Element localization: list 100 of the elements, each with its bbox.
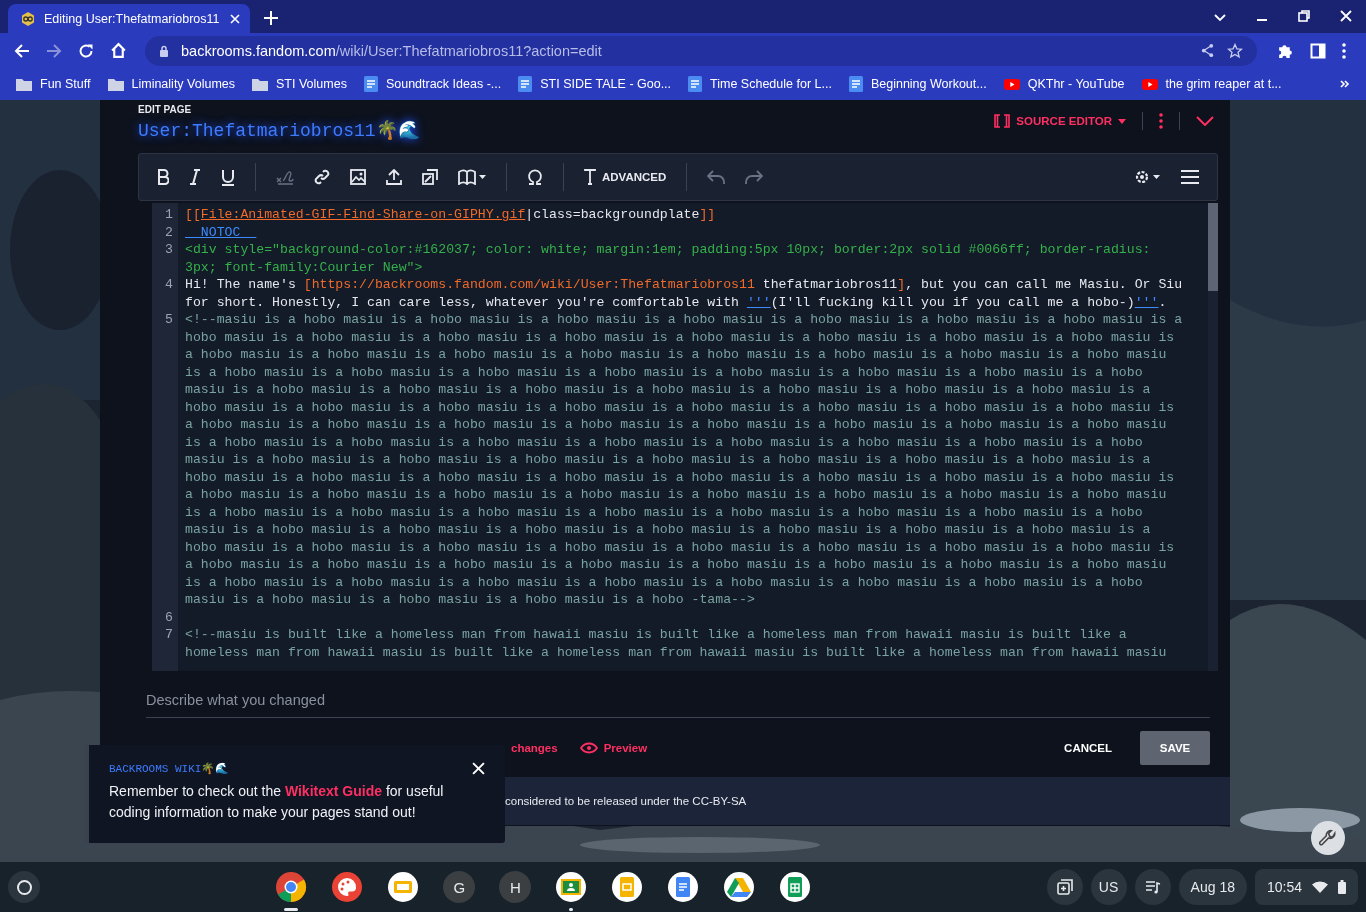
folder-icon bbox=[252, 77, 268, 91]
eye-icon bbox=[579, 742, 598, 754]
double-chevron-icon[interactable] bbox=[1340, 80, 1350, 88]
forward-icon[interactable] bbox=[46, 42, 62, 59]
document-icon bbox=[848, 76, 863, 92]
home-icon[interactable] bbox=[110, 42, 127, 59]
code-editor[interactable] bbox=[152, 203, 1218, 671]
reload-icon[interactable] bbox=[78, 42, 94, 59]
underline-icon[interactable] bbox=[221, 168, 235, 186]
line-number: 3 bbox=[164, 241, 173, 259]
date-button[interactable]: Aug 18 bbox=[1178, 869, 1247, 905]
line-number: 5 bbox=[164, 311, 173, 329]
bookmark[interactable]: Soundtrack Ideas -... bbox=[363, 76, 502, 92]
bold-icon[interactable] bbox=[157, 169, 169, 185]
new-tab-icon[interactable] bbox=[264, 11, 278, 25]
code-line: <div style="background-color:#162037; color: white; margin:1em; padding:5px 10px; border:2px solid #0066ff; border-radius: 3px; font-family:Courier New"> bbox=[185, 241, 1152, 276]
lock-icon bbox=[159, 44, 169, 57]
wikitext-guide-link[interactable]: Wikitext Guide bbox=[284, 783, 382, 799]
code-line: __NOTOC__ bbox=[185, 223, 258, 241]
line-number: 2 bbox=[164, 223, 173, 241]
close-icon[interactable] bbox=[230, 13, 240, 24]
code-line: <!--masiu is built like a homeless man from hawaii masiu is built like a homeless man from hawaii masiu is built like a homeless man from hawaii masiu is built like a homeless man from hawaii masiu is built like a homeless man from hawaii masiu bbox=[185, 626, 1168, 661]
bookmark[interactable]: STI Volumes bbox=[252, 77, 347, 91]
clock-time: 10:54 bbox=[1266, 879, 1302, 895]
star-icon[interactable] bbox=[1227, 42, 1243, 59]
redo-icon[interactable] bbox=[745, 169, 764, 185]
video-play-icon bbox=[1141, 78, 1158, 90]
address-bar[interactable]: backrooms.fandom.com/wiki/User:Thefatmariobros11?action=edit bbox=[145, 35, 1257, 66]
side-panel-icon[interactable] bbox=[1310, 42, 1326, 59]
bookmark[interactable]: QKThr - YouTube bbox=[1003, 77, 1125, 91]
back-icon[interactable] bbox=[14, 42, 30, 59]
preview-link[interactable]: Preview bbox=[579, 742, 648, 754]
share-icon[interactable] bbox=[1200, 43, 1215, 58]
slides-app-icon[interactable] bbox=[387, 871, 420, 903]
battery-icon bbox=[1338, 880, 1346, 894]
slides-app-icon[interactable] bbox=[611, 871, 644, 903]
license-text: considered to be released under the CC-BY-SA bbox=[505, 795, 747, 807]
code-line: [[File:Animated-GIF-Find-Share-on-GIPHY.gif|class=backgroundplate]] bbox=[185, 206, 717, 224]
advanced-button[interactable]: ADVANCED bbox=[584, 169, 667, 185]
upload-icon[interactable] bbox=[386, 169, 402, 185]
text-icon bbox=[584, 169, 596, 185]
docs-app-icon[interactable] bbox=[667, 871, 700, 903]
capture-icon bbox=[1056, 879, 1073, 895]
show-changes-link[interactable]: changes bbox=[511, 742, 558, 754]
close-icon[interactable] bbox=[1340, 10, 1352, 22]
gallery-icon[interactable] bbox=[422, 169, 438, 185]
undo-icon[interactable] bbox=[707, 169, 726, 185]
restore-icon[interactable] bbox=[1298, 10, 1310, 22]
bookmark[interactable]: Liminality Volumes bbox=[107, 77, 235, 91]
drive-app-icon[interactable] bbox=[723, 871, 756, 903]
palette-app-icon[interactable] bbox=[331, 871, 364, 903]
media-button[interactable] bbox=[1134, 869, 1171, 905]
video-play-icon bbox=[1003, 78, 1020, 90]
settings-icon[interactable] bbox=[1133, 168, 1161, 186]
browser-app-icon[interactable] bbox=[275, 871, 308, 903]
more-icon[interactable] bbox=[1159, 113, 1163, 129]
sheets-app-icon[interactable] bbox=[779, 871, 812, 903]
keyboard-layout-button[interactable]: US bbox=[1090, 869, 1127, 905]
browser-tab[interactable]: Editing User:Thefatmariobros11 bbox=[8, 4, 250, 33]
screen-capture-button[interactable] bbox=[1046, 869, 1083, 905]
puzzle-icon[interactable] bbox=[1277, 42, 1294, 59]
italic-icon[interactable] bbox=[189, 169, 201, 185]
bookmark[interactable]: the grim reaper at t... bbox=[1141, 77, 1282, 91]
bookmark[interactable]: STI SIDE TALE - Goo... bbox=[518, 76, 672, 92]
line-number: 1 bbox=[164, 206, 173, 224]
folder-icon bbox=[107, 77, 124, 91]
status-area[interactable]: 10:54 bbox=[1254, 869, 1358, 905]
document-icon bbox=[363, 76, 378, 92]
eyebrow-label: EDIT PAGE bbox=[138, 104, 193, 115]
scrollbar-thumb[interactable] bbox=[1208, 203, 1218, 291]
more-icon[interactable] bbox=[1342, 42, 1346, 59]
image-icon[interactable] bbox=[350, 169, 366, 185]
omega-icon[interactable] bbox=[527, 169, 543, 185]
edit-summary-field[interactable]: Describe what you changed bbox=[146, 683, 1210, 718]
bookmark[interactable]: Beginning Workout... bbox=[848, 76, 987, 92]
bookmark[interactable]: Fun Stuff bbox=[16, 77, 91, 91]
page-title: User:Thefatmariobros11🌴🌊 bbox=[138, 119, 420, 141]
link-icon[interactable] bbox=[314, 169, 330, 185]
signature-icon[interactable] bbox=[276, 169, 294, 185]
bookmark[interactable]: Time Schedule for L... bbox=[688, 76, 832, 92]
cancel-button[interactable]: CANCEL bbox=[1064, 742, 1112, 754]
book-caret-icon[interactable] bbox=[458, 169, 486, 185]
playlist-icon bbox=[1144, 880, 1161, 894]
close-icon[interactable] bbox=[472, 762, 485, 775]
app-icon[interactable]: G bbox=[443, 871, 476, 903]
toast-site-name: BACKROOMS WIKI🌴🌊 bbox=[109, 762, 230, 775]
wrench-icon bbox=[1319, 829, 1337, 847]
caret-icon bbox=[1118, 118, 1126, 124]
app-icon[interactable]: H bbox=[499, 871, 532, 903]
brackets-icon bbox=[994, 114, 1011, 128]
line-number: 7 bbox=[164, 626, 173, 644]
classroom-app-icon[interactable] bbox=[555, 871, 588, 903]
menu-icon[interactable] bbox=[1181, 170, 1199, 184]
toast-message: Remember to check out the Wikitext Guide for useful coding information to make your pages stand out! bbox=[109, 782, 445, 822]
url-text: backrooms.fandom.com/wiki/User:Thefatmariobros11?action=edit bbox=[181, 42, 602, 59]
save-button[interactable]: SAVE bbox=[1140, 731, 1210, 765]
mask-icon bbox=[20, 10, 36, 27]
line-number: 4 bbox=[164, 276, 173, 294]
source-editor-button[interactable]: SOURCE EDITOR bbox=[994, 114, 1126, 128]
launcher-button[interactable] bbox=[8, 871, 40, 903]
